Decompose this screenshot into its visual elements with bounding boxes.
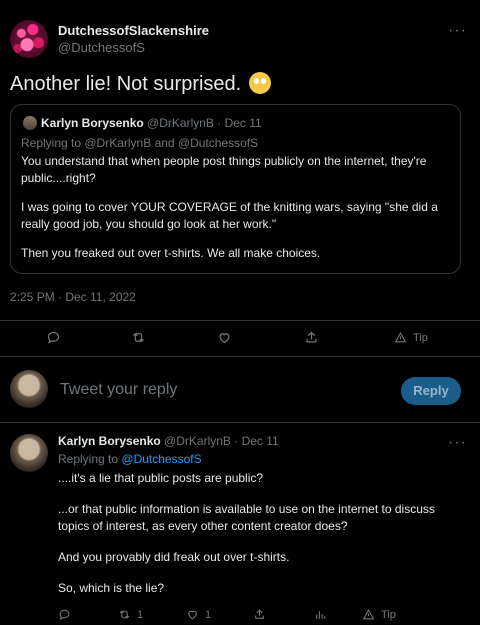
reply-paragraph: And you provably did freak out over t-sh… (58, 550, 290, 564)
tip-label: Tip (381, 608, 396, 621)
reply-author-line: Karlyn Borysenko @DrKarlynB · Dec 11 (58, 434, 279, 448)
retweet-icon (119, 610, 130, 619)
tip-action[interactable]: Tip (394, 331, 428, 344)
replying-to-prefix: Replying to (58, 452, 119, 466)
quoted-replying-to: Replying to @DrKarlynB and @DutchessofS (21, 136, 259, 150)
reply-retweet-action[interactable]: 1 (118, 608, 143, 621)
quoted-author-meta: @DrKarlynB · Dec 11 (147, 116, 262, 130)
tweet-timestamp[interactable]: 2:25 PM · Dec 11, 2022 (10, 290, 136, 304)
quoted-author-avatar (23, 116, 37, 130)
reply-author-name[interactable]: Karlyn Borysenko (58, 434, 161, 448)
reply-author-avatar[interactable] (10, 434, 48, 472)
divider (0, 422, 480, 423)
retweet-count: 1 (137, 608, 144, 621)
author-handle[interactable]: @DutchessofS (58, 40, 145, 55)
divider (0, 356, 480, 357)
quoted-author-name: Karlyn Borysenko (41, 116, 144, 130)
eye-roll-emoji-icon (249, 72, 272, 94)
reply-tip-action[interactable]: Tip (362, 608, 396, 621)
more-options-icon[interactable]: ··· (448, 22, 467, 40)
quoted-paragraph: I was going to cover YOUR COVERAGE of th… (21, 200, 438, 231)
reply-like-action[interactable]: 1 (186, 608, 211, 621)
reply-paragraph: So, which is the lie? (58, 581, 165, 595)
like-count: 1 (205, 608, 212, 621)
reply-more-options-icon[interactable]: ··· (448, 434, 467, 452)
reply-paragraph: ....it's a lie that public posts are pub… (58, 471, 264, 485)
tip-icon (362, 609, 375, 620)
quoted-tweet-card[interactable]: Karlyn Borysenko @DrKarlynB · Dec 11 Rep… (10, 104, 461, 274)
share-action-icon[interactable] (304, 330, 319, 348)
reply-action-icon[interactable] (46, 330, 61, 348)
reply-replying-to: Replying to @DutchessofS (58, 452, 202, 466)
reply-share-icon[interactable] (253, 608, 266, 621)
tweet-text-content: Another lie! Not surprised. (10, 73, 242, 95)
quoted-paragraph: You understand that when people post thi… (21, 154, 427, 185)
author-avatar[interactable] (10, 20, 48, 58)
like-icon (188, 610, 197, 620)
reply-tweet-body: ....it's a lie that public posts are pub… (58, 470, 468, 611)
tip-icon (394, 332, 407, 343)
quoted-paragraph: Then you freaked out over t-shirts. We a… (21, 246, 321, 260)
retweet-action-icon[interactable] (131, 330, 146, 348)
author-display-name[interactable]: DutchessofSlackenshire (58, 23, 209, 38)
reply-input[interactable]: Tweet your reply (60, 381, 177, 399)
divider (0, 320, 480, 321)
current-user-avatar[interactable] (10, 370, 48, 408)
reply-paragraph: ...or that public information is availab… (58, 502, 435, 533)
like-action-icon[interactable] (217, 330, 232, 348)
quoted-tweet-body: You understand that when people post thi… (21, 153, 451, 274)
reply-button[interactable]: Reply (401, 377, 461, 405)
reply-author-meta: @DrKarlynB · Dec 11 (164, 434, 279, 448)
tweet-text: Another lie! Not surprised. (10, 72, 272, 96)
reply-analytics-icon[interactable] (314, 608, 327, 621)
tip-label: Tip (413, 331, 428, 344)
quoted-author-line: Karlyn Borysenko @DrKarlynB · Dec 11 (41, 116, 262, 130)
reply-reply-icon[interactable] (58, 608, 71, 621)
replying-to-handle-link[interactable]: @DutchessofS (121, 452, 201, 466)
